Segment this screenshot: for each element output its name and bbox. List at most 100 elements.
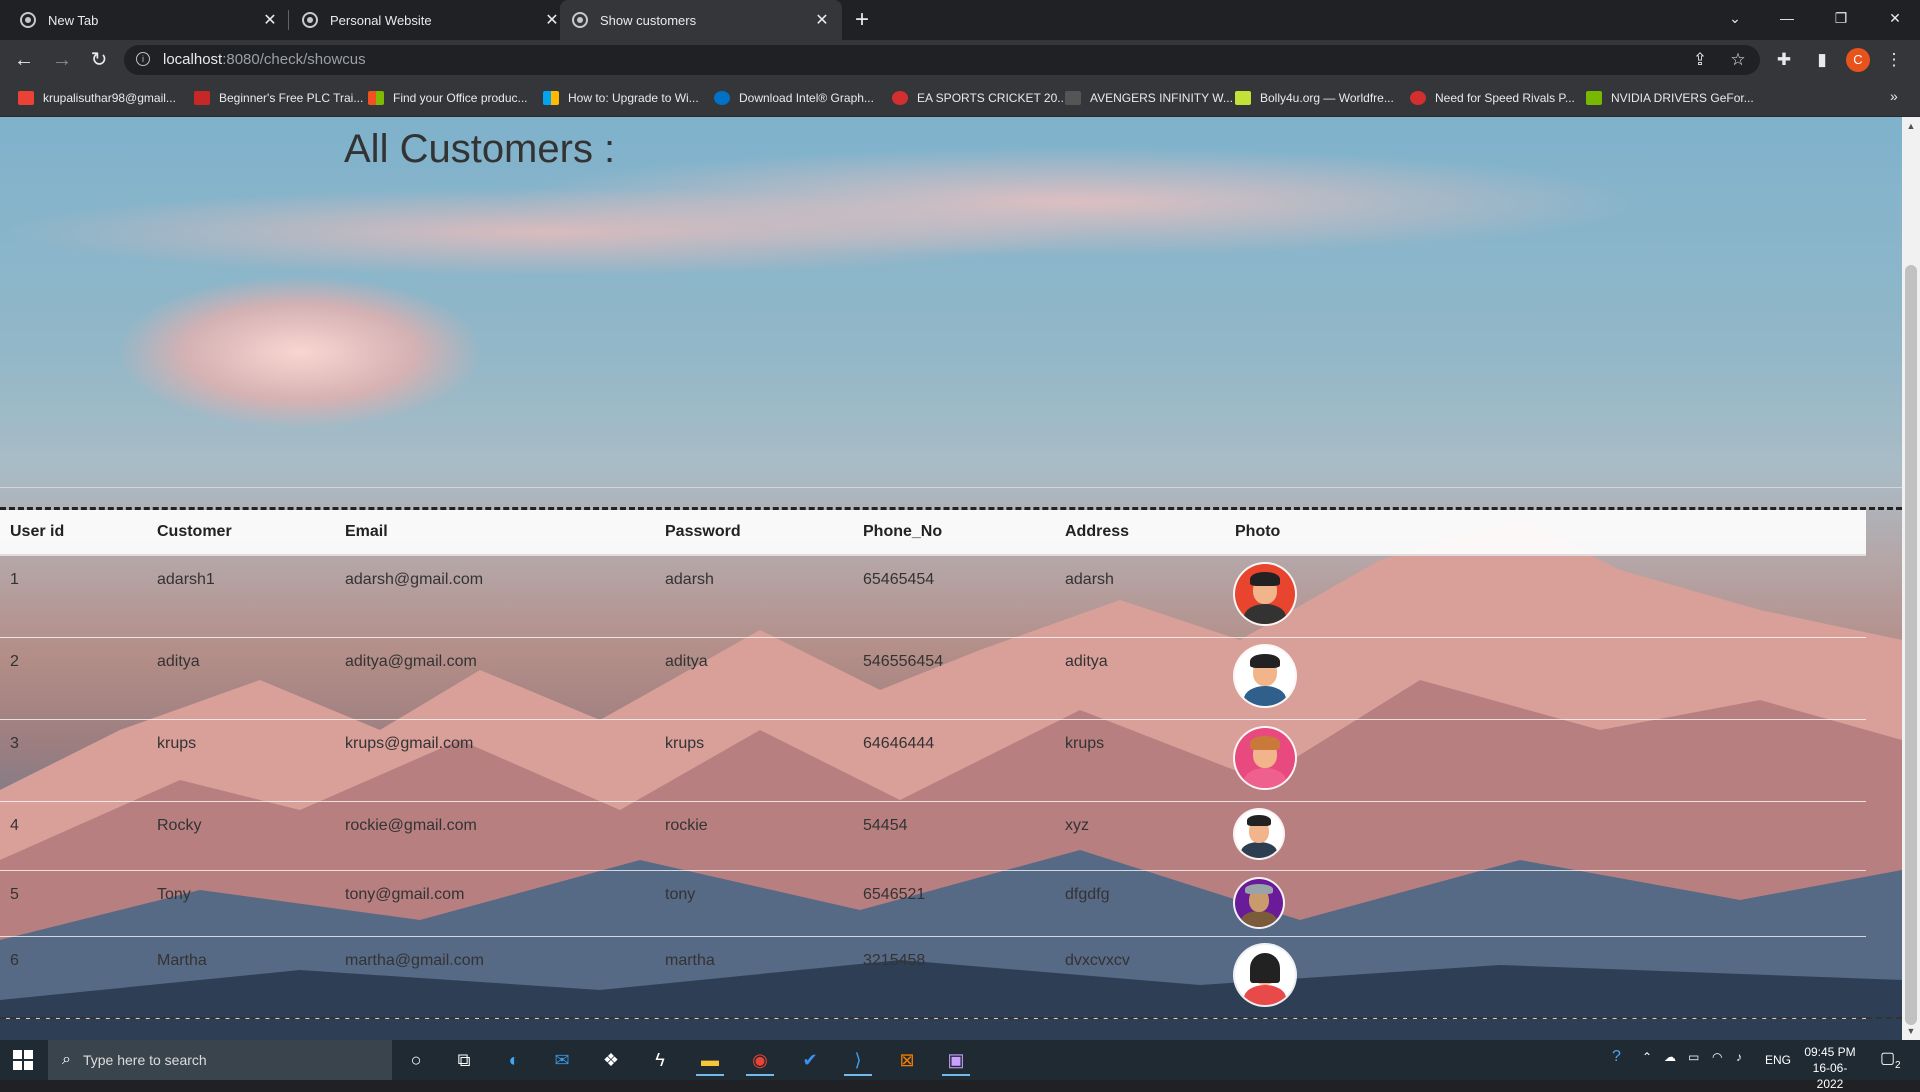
bookmark-label: NVIDIA DRIVERS GeFor... <box>1611 91 1754 105</box>
site-info-icon[interactable]: i <box>136 52 150 66</box>
cell-address: krups <box>1055 719 1225 802</box>
taskbar-clock[interactable]: 09:45 PM 16-06-2022 <box>1800 1044 1860 1092</box>
share-icon[interactable]: ⇪ <box>1686 46 1714 74</box>
cortana-icon[interactable]: ○ <box>402 1046 430 1074</box>
wifi-icon[interactable]: ◠ <box>1712 1050 1722 1064</box>
tab-divider <box>288 10 289 30</box>
extensions-icon[interactable]: ✚ <box>1770 46 1798 74</box>
language-indicator[interactable]: ENG <box>1765 1053 1791 1067</box>
cell-password: krups <box>655 719 853 802</box>
cell-phone: 64646444 <box>853 719 1055 802</box>
bookmark-plc[interactable]: Beginner's Free PLC Trai... <box>194 89 363 107</box>
minimize-button[interactable]: — <box>1764 0 1810 36</box>
cell-address: xyz <box>1055 801 1225 871</box>
file-explorer-icon[interactable]: ▬ <box>696 1046 724 1076</box>
bookmark-gmail[interactable]: krupalisuthar98@gmail... <box>18 89 176 107</box>
bookmark-intel[interactable]: Download Intel® Graph... <box>714 89 874 107</box>
avatar-body <box>1244 767 1286 788</box>
cell-user-id: 5 <box>0 870 147 937</box>
globe-icon <box>572 12 588 28</box>
cell-photo <box>1225 719 1866 802</box>
avatar-hair <box>1247 814 1271 826</box>
notification-icon[interactable]: ▢ <box>1880 1048 1895 1068</box>
side-panel-icon[interactable]: ▮ <box>1808 46 1836 74</box>
cell-address: dfgdfg <box>1055 870 1225 937</box>
bolt-icon[interactable]: ϟ <box>646 1046 674 1074</box>
chevron-up-icon[interactable]: ⌃ <box>1642 1050 1652 1064</box>
search-icon: ⌕ <box>62 1051 71 1068</box>
table-row: 6 Martha martha@gmail.com martha 3215458… <box>0 936 1866 1019</box>
plc-icon <box>194 91 210 105</box>
mail-icon[interactable]: ✉ <box>548 1046 576 1074</box>
bookmark-label: Bolly4u.org — Worldfre... <box>1260 91 1394 105</box>
tab-strip: New Tab ✕ Personal Website ✕ Show custom… <box>0 0 1920 40</box>
menu-kebab-icon[interactable]: ⋮ <box>1880 46 1908 74</box>
page-scrollbar[interactable]: ▲ ▼ <box>1902 117 1920 1040</box>
volume-icon[interactable]: ♪ <box>1736 1050 1742 1064</box>
new-tab-button[interactable]: + <box>848 6 876 34</box>
cell-phone: 3215458 <box>853 936 1055 1019</box>
taskbar-search-box[interactable]: ⌕ Type here to search <box>48 1040 392 1080</box>
bookmark-avengers[interactable]: AVENGERS INFINITY W... <box>1065 89 1233 107</box>
bookmark-office[interactable]: Find your Office produc... <box>368 89 528 107</box>
back-arrow-icon[interactable]: ← <box>10 46 38 74</box>
cell-photo <box>1225 555 1866 638</box>
bookmark-nvidia[interactable]: NVIDIA DRIVERS GeFor... <box>1586 89 1754 107</box>
bookmark-upgrade-windows[interactable]: How to: Upgrade to Wi... <box>543 89 699 107</box>
column-header-phone: Phone_No <box>853 510 1055 556</box>
onedrive-cloud-icon[interactable]: ☁ <box>1664 1050 1676 1064</box>
edge-icon[interactable]: ◐ <box>500 1046 528 1074</box>
task-view-icon[interactable]: ⧉ <box>450 1046 478 1074</box>
todo-icon[interactable]: ✔ <box>796 1046 824 1074</box>
page-content: All Customers : User id Customer Email P… <box>0 117 1902 1040</box>
clock-time: 09:45 PM <box>1804 1045 1856 1059</box>
browser-toolbar: ← → ↻ i localhost:8080/check/showcus ⇪ ☆… <box>0 40 1920 80</box>
vscode-icon[interactable]: ⟩ <box>844 1046 872 1076</box>
forward-arrow-icon[interactable]: → <box>48 46 76 74</box>
hd-icon <box>1065 91 1081 105</box>
restore-button[interactable]: ❐ <box>1818 0 1864 36</box>
tab-label: New Tab <box>48 12 99 28</box>
bookmark-bolly4u[interactable]: Bolly4u.org — Worldfre... <box>1235 89 1394 107</box>
cell-photo <box>1225 801 1866 871</box>
intel-icon <box>714 91 730 105</box>
tab-show-customers[interactable]: Show customers ✕ <box>560 0 842 40</box>
tab-personal-website[interactable]: Personal Website ✕ <box>290 0 572 40</box>
bookmarks-overflow-button[interactable]: » <box>1890 88 1898 104</box>
reload-icon[interactable]: ↻ <box>85 46 113 74</box>
bookmark-cricket[interactable]: EA SPORTS CRICKET 20... <box>892 89 1067 107</box>
avatar-hair <box>1250 952 1280 983</box>
cell-user-id: 4 <box>0 801 147 871</box>
battery-icon[interactable]: ▭ <box>1688 1050 1699 1064</box>
table-header-row: User id Customer Email Password Phone_No… <box>0 510 1866 556</box>
window-close-button[interactable]: ✕ <box>1872 0 1918 36</box>
cell-password: adarsh <box>655 555 853 638</box>
help-icon[interactable]: ? <box>1612 1048 1621 1066</box>
scrollbar-thumb[interactable] <box>1905 265 1917 1025</box>
bookmark-nfs[interactable]: Need for Speed Rivals P... <box>1410 89 1575 107</box>
close-icon[interactable]: ✕ <box>812 10 832 30</box>
address-bar[interactable]: i localhost:8080/check/showcus <box>124 45 1760 75</box>
cell-customer: Tony <box>147 870 335 937</box>
close-icon[interactable]: ✕ <box>260 10 280 30</box>
customer-avatar <box>1235 645 1295 706</box>
scroll-up-arrow-icon[interactable]: ▲ <box>1902 117 1920 135</box>
chrome-icon[interactable]: ◉ <box>746 1046 774 1076</box>
chrome-favicon-icon <box>20 12 36 28</box>
tab-search-chevron-icon[interactable]: ⌄ <box>1712 0 1758 36</box>
dropbox-icon[interactable]: ❖ <box>597 1046 625 1074</box>
url-host: localhost <box>163 51 223 68</box>
notification-count: 2 <box>1895 1060 1901 1071</box>
close-icon[interactable]: ✕ <box>542 10 562 30</box>
nfs-icon <box>1410 91 1426 105</box>
url-text[interactable]: localhost:8080/check/showcus <box>163 51 366 68</box>
customers-table: User id Customer Email Password Phone_No… <box>0 510 1866 1019</box>
profile-avatar[interactable]: C <box>1846 48 1870 72</box>
xampp-icon[interactable]: ⊠ <box>893 1046 921 1074</box>
windows-start-icon[interactable] <box>13 1050 33 1070</box>
tab-new-tab[interactable]: New Tab ✕ <box>8 0 290 40</box>
game-icon[interactable]: ▣ <box>942 1046 970 1076</box>
bookmark-star-icon[interactable]: ☆ <box>1724 46 1752 74</box>
tab-label: Personal Website <box>330 12 432 28</box>
scroll-down-arrow-icon[interactable]: ▼ <box>1902 1022 1920 1040</box>
